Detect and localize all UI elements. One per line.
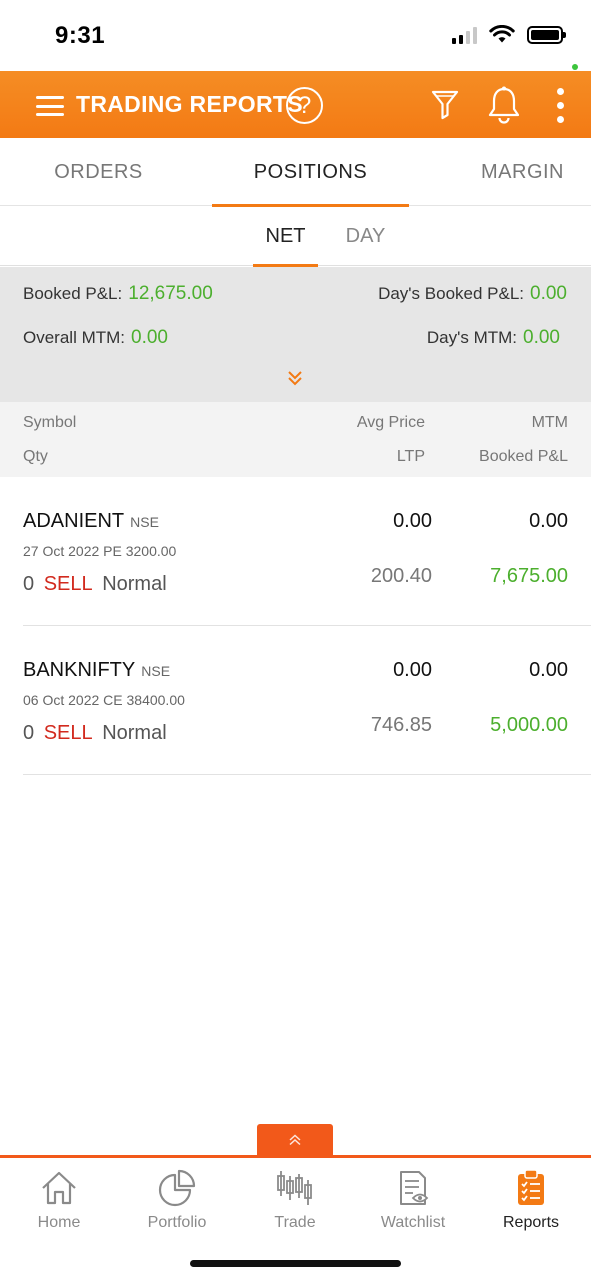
avg-price-value: 0.00 xyxy=(393,659,432,681)
home-icon xyxy=(42,1171,76,1205)
watchlist-icon xyxy=(400,1171,429,1205)
nav-home[interactable]: Home xyxy=(0,1164,118,1234)
notification-bell-icon[interactable] xyxy=(486,85,522,125)
ltp-value: 746.85 xyxy=(370,714,432,736)
row-divider xyxy=(23,774,591,775)
days-mtm: Day's MTM: 0.00 xyxy=(427,327,560,349)
position-symbol: ADANIENT NSE xyxy=(23,510,159,533)
cellular-signal-icon xyxy=(452,26,477,44)
mtm-value: 0.00 xyxy=(529,510,568,532)
product-type: Normal xyxy=(102,573,167,595)
days-mtm-value: 0.00 xyxy=(523,327,560,348)
expand-chevron-icon[interactable] xyxy=(286,369,304,387)
col-avg-price: Avg Price xyxy=(356,414,425,431)
days-booked-pnl-value: 0.00 xyxy=(530,283,567,304)
position-qty: 0 xyxy=(23,722,35,744)
tab-orders[interactable]: ORDERS xyxy=(0,138,197,206)
position-qty: 0 xyxy=(23,573,35,595)
symbol-name: BANKNIFTY xyxy=(23,659,136,681)
app-header: TRADING REPORTS ? xyxy=(0,71,591,138)
clipboard-icon xyxy=(518,1169,544,1205)
booked-pnl: Booked P&L: 12,675.00 xyxy=(23,283,213,305)
row-divider xyxy=(23,625,591,626)
position-symbol: BANKNIFTY NSE xyxy=(23,659,170,682)
contract-details: 06 Oct 2022 CE 38400.00 xyxy=(23,692,185,708)
days-booked-pnl-label: Day's Booked P&L: xyxy=(378,284,525,303)
tab-margin[interactable]: MARGIN xyxy=(424,138,591,206)
position-row[interactable]: ADANIENT NSE 27 Oct 2022 PE 3200.00 0 SEL… xyxy=(0,478,591,626)
booked-pnl-row-value: 5,000.00 xyxy=(490,714,568,736)
qty-side-product: 0 SELL Normal xyxy=(23,573,167,596)
nav-label: Portfolio xyxy=(147,1214,207,1231)
side-label: SELL xyxy=(43,573,93,595)
filter-icon[interactable] xyxy=(430,88,460,120)
days-mtm-label: Day's MTM: xyxy=(426,328,518,347)
nav-portfolio[interactable]: Portfolio xyxy=(118,1164,236,1234)
pnl-summary-panel: Booked P&L: 12,675.00 Day's Booked P&L: 0.… xyxy=(0,267,591,402)
avg-price-value: 0.00 xyxy=(393,510,432,532)
exchange-label: NSE xyxy=(141,663,171,679)
nav-label: Trade xyxy=(274,1214,316,1231)
tab-day[interactable]: DAY xyxy=(333,207,398,266)
col-ltp: LTP xyxy=(396,448,425,465)
privacy-indicator-dot xyxy=(572,64,578,70)
more-options-icon[interactable] xyxy=(556,88,564,123)
contract-details: 27 Oct 2022 PE 3200.00 xyxy=(23,543,177,559)
mtm-value: 0.00 xyxy=(529,659,568,681)
booked-pnl-label: Booked P&L: xyxy=(23,284,123,303)
product-type: Normal xyxy=(102,722,167,744)
positions-column-header: Symbol Avg Price MTM Qty LTP Booked P&L xyxy=(0,402,591,477)
double-chevron-up-icon xyxy=(289,1133,301,1145)
days-booked-pnl: Day's Booked P&L: 0.00 xyxy=(378,283,567,305)
sub-tabs: NET DAY xyxy=(0,207,591,267)
page-title: TRADING REPORTS xyxy=(76,91,303,117)
nav-trade[interactable]: Trade xyxy=(236,1164,354,1234)
nav-label: Watchlist xyxy=(380,1214,446,1231)
battery-icon xyxy=(527,25,566,44)
col-booked-pnl: Booked P&L xyxy=(479,448,568,465)
col-symbol: Symbol xyxy=(23,414,77,431)
overall-mtm-value: 0.00 xyxy=(131,327,168,348)
status-time: 9:31 xyxy=(55,22,106,49)
position-row[interactable]: BANKNIFTY NSE 06 Oct 2022 CE 38400.00 0 S… xyxy=(0,627,591,775)
nav-label: Reports xyxy=(502,1214,560,1231)
symbol-name: ADANIENT xyxy=(23,510,125,532)
pie-chart-icon xyxy=(158,1169,196,1207)
candlestick-icon xyxy=(277,1171,312,1205)
menu-icon[interactable] xyxy=(36,96,64,116)
qty-side-product: 0 SELL Normal xyxy=(23,722,167,745)
nav-label: Home xyxy=(37,1214,81,1231)
tab-net[interactable]: NET xyxy=(253,207,318,267)
nav-watchlist[interactable]: Watchlist xyxy=(354,1164,472,1234)
status-icons xyxy=(452,25,566,44)
booked-pnl-row-value: 7,675.00 xyxy=(490,565,568,587)
help-icon[interactable]: ? xyxy=(286,87,323,124)
ltp-value: 200.40 xyxy=(370,565,432,587)
col-qty: Qty xyxy=(23,448,48,465)
wifi-icon xyxy=(489,25,515,43)
overall-mtm-label: Overall MTM: xyxy=(23,328,125,347)
status-bar: 9:31 xyxy=(0,0,591,71)
tab-positions[interactable]: POSITIONS xyxy=(212,138,409,207)
col-mtm: MTM xyxy=(531,414,568,431)
home-indicator[interactable] xyxy=(190,1260,401,1267)
main-tabs: ORDERS POSITIONS MARGIN xyxy=(0,138,591,207)
booked-pnl-value: 12,675.00 xyxy=(128,283,213,304)
side-label: SELL xyxy=(43,722,93,744)
nav-reports[interactable]: Reports xyxy=(472,1164,590,1234)
exchange-label: NSE xyxy=(130,514,159,530)
pull-up-tab[interactable] xyxy=(257,1124,333,1155)
overall-mtm: Overall MTM: 0.00 xyxy=(23,327,168,349)
